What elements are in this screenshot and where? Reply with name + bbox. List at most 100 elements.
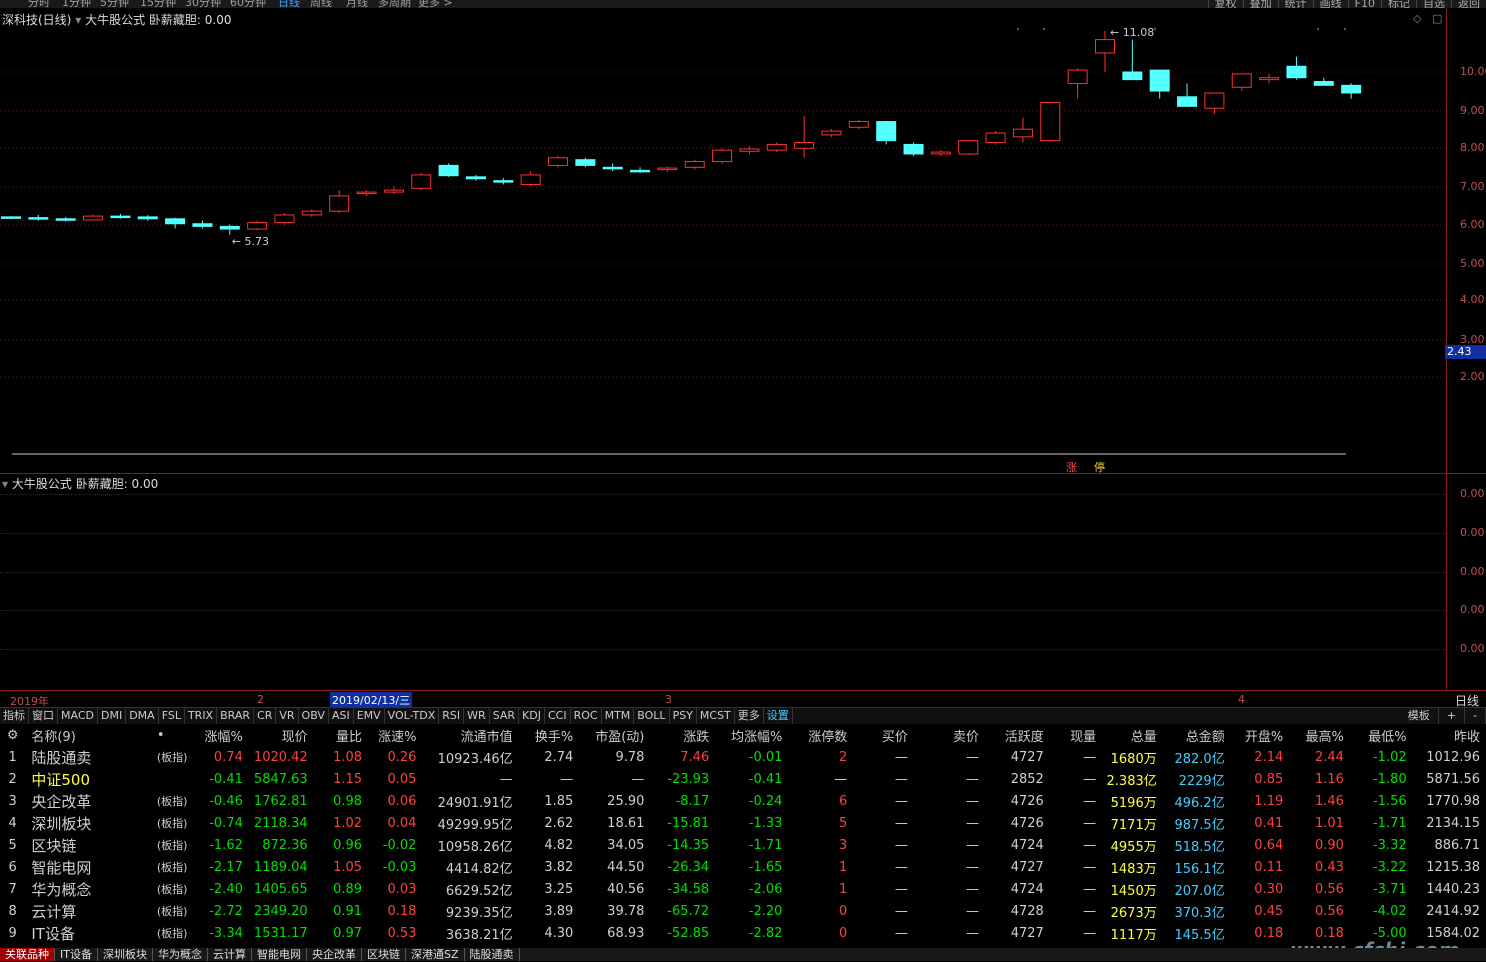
period-tab[interactable]: 月线 [346,0,368,8]
sub-formula-name[interactable]: 大牛股公式 [12,477,72,491]
stock-name[interactable]: 华为概念 [31,878,156,900]
toolbar-button[interactable]: 返回 [1451,0,1486,8]
indicator-tab[interactable]: BRAR [217,708,255,724]
column-header[interactable]: 卖价 [914,725,985,746]
indicator-tab[interactable]: MCST [697,708,735,724]
stock-name[interactable]: 深圳板块 [31,812,156,834]
stock-name[interactable]: 云计算 [31,900,156,922]
stock-name[interactable]: IT设备 [31,922,156,944]
indicator-tab[interactable]: KDJ [519,708,545,724]
column-header[interactable]: 涨速% [368,725,422,746]
indicator-tab[interactable]: WR [464,708,490,724]
toolbar-button[interactable]: 复权 [1207,0,1243,8]
column-header[interactable]: 昨收 [1413,725,1486,746]
column-header[interactable]: • [157,725,197,746]
period-tab[interactable]: 15分钟 [140,0,176,8]
tab-control[interactable]: 模板 [1400,708,1439,724]
formula-dropdown-icon[interactable]: ▾ [75,13,81,27]
period-tab[interactable]: 多周期 [378,0,411,8]
bottom-tab[interactable]: 陆股通卖 [465,948,520,961]
bottom-tab[interactable]: 关联品种 [0,948,55,961]
column-header[interactable]: 均涨幅% [715,725,788,746]
indicator-tab[interactable]: VR [276,708,299,724]
period-tab[interactable]: 更多 > [418,0,453,8]
formula-name[interactable]: 大牛股公式 [85,13,145,27]
stock-name[interactable]: 陆股通卖 [31,746,156,768]
tab-control[interactable]: - [1465,708,1486,724]
expand-icon[interactable]: ◇ [1413,12,1421,25]
table-row[interactable]: 8 云计算 (板指) -2.72 2349.20 0.91 0.18 9239.35亿 3.89… [0,900,1486,922]
bottom-tab[interactable]: 华为概念 [153,948,208,961]
table-row[interactable]: 6 智能电网 (板指) -2.17 1189.04 1.05 -0.03 4414.82亿 3.… [0,856,1486,878]
indicator-tab[interactable]: BOLL [634,708,670,724]
period-tab[interactable]: 30分钟 [185,0,221,8]
indicator-tab[interactable]: 窗口 [29,708,58,724]
toolbar-button[interactable]: F10 [1347,0,1381,8]
indicator-tab[interactable]: 设置 [764,708,793,724]
table-row[interactable]: 5 区块链 (板指) -1.62 872.36 0.96 -0.02 10958.26亿 4.8… [0,834,1486,856]
column-header[interactable]: 总金额 [1163,725,1231,746]
stock-name[interactable]: 央企改革 [31,790,156,812]
indicator-tab[interactable]: CR [254,708,277,724]
column-header[interactable]: 最高% [1289,725,1350,746]
indicator-tab[interactable]: PSY [670,708,697,724]
indicator-tab[interactable]: 指标 [0,708,29,724]
column-header[interactable]: 总量 [1102,725,1163,746]
column-header[interactable]: 涨跌 [650,725,715,746]
column-header[interactable]: 市盈(动) [579,725,650,746]
column-header[interactable]: 涨停数 [788,725,853,746]
bottom-tab[interactable]: 央企改革 [307,948,362,961]
stock-name[interactable]: 区块链 [31,834,156,856]
toolbar-button[interactable]: 标记 [1381,0,1416,8]
column-header[interactable]: 现价 [249,725,314,746]
period-tab[interactable]: 5分钟 [100,0,129,8]
table-row[interactable]: 1 陆股通卖 (板指) 0.74 1020.42 1.08 0.26 10923.46亿 2.7… [0,746,1486,768]
indicator-tab[interactable]: ROC [571,708,602,724]
bottom-tab[interactable]: IT设备 [55,948,98,961]
column-header[interactable]: 名称(9) [31,725,156,746]
indicator-tab[interactable]: MACD [58,708,98,724]
period-tab[interactable]: 1分钟 [62,0,91,8]
bottom-tab[interactable]: 区块链 [362,948,406,961]
indicator-tab[interactable]: CCI [545,708,571,724]
toolbar-button[interactable]: 画线 [1312,0,1348,8]
indicator-tab[interactable]: ASI [329,708,354,724]
period-tab[interactable]: 分时 [28,0,50,8]
column-header[interactable]: 最低% [1350,725,1413,746]
column-header[interactable]: 流通市值 [422,725,518,746]
indicator-tab[interactable]: OBV [299,708,329,724]
indicator-tab[interactable]: DMA [126,708,159,724]
column-header[interactable]: 活跃度 [985,725,1050,746]
toolbar-button[interactable]: 自选 [1416,0,1451,8]
indicator-tab[interactable]: MTM [602,708,635,724]
table-row[interactable]: 7 华为概念 (板指) -2.40 1405.65 0.89 0.03 6629.52亿 3.2… [0,878,1486,900]
bottom-tab[interactable]: 深圳板块 [98,948,153,961]
settings-icon[interactable]: ⚙ [0,725,31,746]
table-row[interactable]: 2 中证500 -0.41 5847.63 1.15 0.05 — — — -23.93 -0.41… [0,768,1486,790]
column-header[interactable]: 涨幅% [197,725,249,746]
column-header[interactable]: 现量 [1050,725,1102,746]
tab-control[interactable]: + [1439,708,1466,724]
indicator-tab[interactable]: FSL [159,708,185,724]
main-kline-chart[interactable]: ← 11.08 ← 5.73 [0,8,1446,474]
column-header[interactable]: 开盘% [1231,725,1290,746]
bottom-tab[interactable]: 云计算 [208,948,252,961]
indicator-tab[interactable]: EMV [354,708,385,724]
window-icon[interactable]: ▢ [1432,12,1442,25]
indicator-tab[interactable]: TRIX [185,708,218,724]
column-header[interactable]: 换手% [519,725,580,746]
indicator-tab[interactable]: SAR [490,708,520,724]
column-header[interactable]: 量比 [314,725,368,746]
toolbar-button[interactable]: 统计 [1277,0,1313,8]
period-tab[interactable]: 周线 [310,0,332,8]
toolbar-button[interactable]: 叠加 [1242,0,1278,8]
stock-name[interactable]: 中证500 [31,768,156,790]
bottom-tab[interactable]: 深港通SZ [406,948,465,961]
stock-name[interactable]: 智能电网 [31,856,156,878]
table-row[interactable]: 3 央企改革 (板指) -0.46 1762.81 0.98 0.06 24901.91亿 1.… [0,790,1486,812]
indicator-tab[interactable]: RSI [439,708,465,724]
table-row[interactable]: 4 深圳板块 (板指) -0.74 2118.34 1.02 0.04 49299.95亿 2.… [0,812,1486,834]
table-row[interactable]: 9 IT设备 (板指) -3.34 1531.17 0.97 0.53 3638.21亿 4.3… [0,922,1486,944]
formula-dropdown-icon[interactable]: ▾ [2,477,8,491]
column-header[interactable]: 买价 [853,725,914,746]
